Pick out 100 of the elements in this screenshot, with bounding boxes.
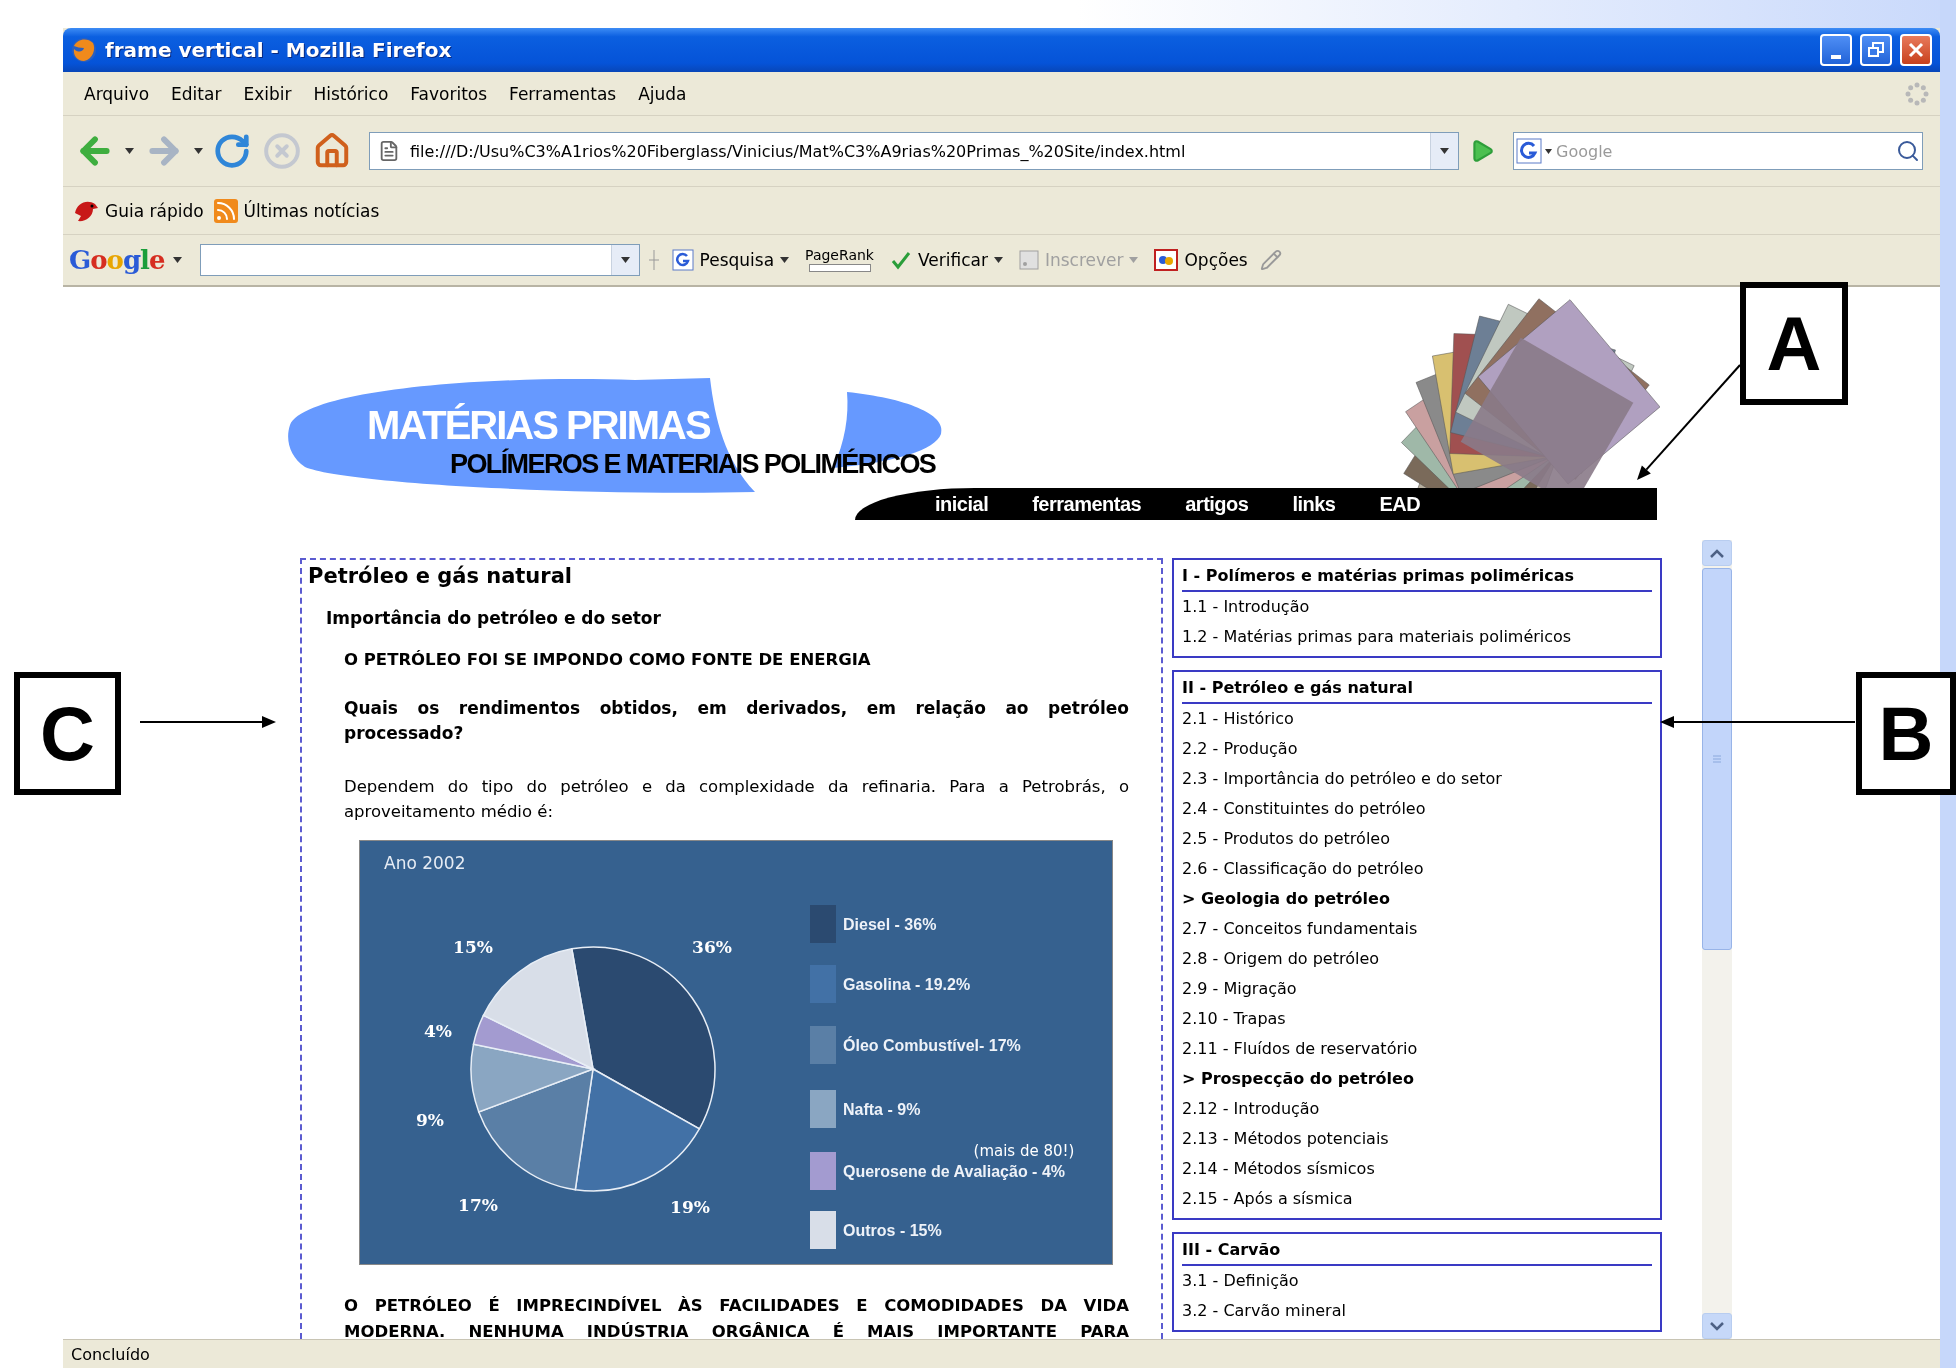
data-label: 19%	[670, 1197, 710, 1217]
menu-item[interactable]: Editar	[160, 83, 233, 104]
site-nav-link[interactable]: links	[1292, 492, 1336, 516]
toolbar-button[interactable]: Pesquisa	[667, 249, 794, 271]
site-nav-link[interactable]: artigos	[1185, 492, 1249, 516]
caret-icon	[1440, 148, 1449, 154]
menu-link[interactable]: 2.15 - Após a sísmica	[1182, 1184, 1652, 1214]
menu-link[interactable]: 2.7 - Conceitos fundamentais	[1182, 914, 1652, 944]
legend-label: Diesel - 36%	[843, 916, 937, 933]
status-text: Concluído	[71, 1344, 150, 1364]
site-title: MATÉRIAS PRIMAS	[367, 403, 710, 448]
legend-label: Querosene de Avaliação - 4%	[843, 1163, 1065, 1180]
feed-icon	[213, 198, 238, 223]
legend-swatch	[810, 1090, 836, 1128]
caret-icon	[1129, 257, 1139, 263]
minimize-button[interactable]	[1820, 34, 1852, 66]
caret-icon	[194, 148, 203, 154]
menu-link[interactable]: 2.14 - Métodos sísmicos	[1182, 1154, 1652, 1184]
legend-swatch	[810, 1152, 836, 1190]
section-title: III - Carvão	[1182, 1236, 1652, 1266]
bookmark-link[interactable]: Guia rápido	[73, 198, 204, 223]
data-label: 17%	[458, 1195, 498, 1215]
data-label: 36%	[692, 937, 732, 957]
group-heading[interactable]: > Prospecção do petróleo	[1182, 1064, 1652, 1094]
site-nav-link[interactable]: ferramentas	[1032, 492, 1142, 516]
page-icon	[378, 140, 400, 162]
grip-icon	[647, 248, 660, 272]
firefox-icon	[71, 37, 97, 63]
closing-text: O PETRÓLEO É IMPRECINDÍVEL ÀS FACILIDADES E COMODIDADES DA VIDA MODERNA. NENHUMA INDÚSTRIA ORGÂNICA É MAIS IMPORTANTE PARA	[344, 1295, 1129, 1339]
menu-link[interactable]: 2.6 - Classificação do petróleo	[1182, 854, 1652, 884]
bookmark-link[interactable]: Últimas notícias	[213, 198, 380, 223]
menu-item[interactable]: Arquivo	[73, 83, 161, 104]
caret-icon	[172, 257, 182, 263]
caret-icon	[620, 257, 630, 263]
menu-link[interactable]: 2.5 - Produtos do petróleo	[1182, 824, 1652, 854]
menu-link[interactable]: 1.1 - Introdução	[1182, 592, 1652, 622]
scrollbar[interactable]	[1702, 540, 1732, 1339]
legend-swatch	[810, 1211, 836, 1249]
scroll-thumb[interactable]	[1702, 568, 1732, 950]
menu-link[interactable]: 2.8 - Origem do petróleo	[1182, 944, 1652, 974]
window-title: frame vertical - Mozilla Firefox	[105, 38, 453, 62]
chevron-up-icon	[1710, 548, 1724, 558]
close-button[interactable]	[1900, 34, 1932, 66]
menu-link[interactable]: 2.11 - Fluídos de reservatório	[1182, 1034, 1652, 1064]
toolbar-button[interactable]: Opções	[1150, 249, 1252, 271]
toolbar-search-field[interactable]	[199, 244, 640, 276]
section-title: I - Polímeros e matérias primas poliméricas	[1182, 562, 1652, 592]
throbber-icon	[1904, 80, 1930, 107]
menu-link[interactable]: 2.9 - Migração	[1182, 974, 1652, 1004]
caret-icon	[780, 257, 790, 263]
menu-item[interactable]: Ajuda	[627, 83, 698, 104]
search-engine-icon	[1514, 136, 1554, 166]
data-label: 4%	[424, 1021, 452, 1041]
group-heading[interactable]: > Geologia do petróleo	[1182, 884, 1652, 914]
legend-label: Óleo Combustível- 17%	[843, 1037, 1021, 1054]
section-heading: O PETRÓLEO FOI SE IMPONDO COMO FONTE DE ENERGIA	[344, 649, 872, 671]
checkmark-icon	[889, 249, 912, 271]
menu-link[interactable]: 2.3 - Importância do petróleo e do setor	[1182, 764, 1652, 794]
section-title: II - Petróleo e gás natural	[1182, 674, 1652, 704]
search-bar[interactable]: Google	[1513, 132, 1923, 170]
site-nav-link[interactable]: EAD	[1379, 492, 1421, 516]
chart-note: (mais de 80!)	[973, 1142, 1075, 1160]
scroll-down-button[interactable]	[1702, 1313, 1732, 1339]
address-field[interactable]: file:///D:/Usu%C3%A1rios%20Fiberglass/Vinicius/Mat%C3%A9rias%20Primas_%20Site/index.html	[369, 132, 1459, 170]
google-g-icon	[671, 249, 694, 271]
menu-link[interactable]: 3.2 - Carvão mineral	[1182, 1296, 1652, 1326]
menu-link[interactable]: 2.1 - Histórico	[1182, 704, 1652, 734]
restore-icon	[1868, 42, 1884, 58]
question-text: Quais os rendimentos obtidos, em derivados, em relação ao petróleo processado?	[344, 697, 1129, 745]
menu-link[interactable]: 2.4 - Constituintes do petróleo	[1182, 794, 1652, 824]
menu-item[interactable]: Histórico	[302, 83, 400, 104]
callout-label: B	[1856, 672, 1956, 795]
callout-label: A	[1740, 282, 1848, 405]
pagerank-button[interactable]: PageRank	[801, 248, 878, 272]
google-logo: Google	[69, 245, 165, 275]
menu-item[interactable]: Ferramentas	[498, 83, 628, 104]
menu-link[interactable]: 2.12 - Introdução	[1182, 1094, 1652, 1124]
caret-icon	[993, 257, 1003, 263]
menu-link[interactable]: 2.2 - Produção	[1182, 734, 1652, 764]
search-dropdown[interactable]	[610, 245, 639, 275]
article-subtitle: Importância do petróleo e do setor	[326, 607, 662, 630]
toolbar-button[interactable]: Verificar	[885, 249, 1007, 271]
menu-link[interactable]: 1.2 - Matérias primas para materiais poliméricos	[1182, 622, 1652, 652]
legend-label: Outros - 15%	[843, 1222, 942, 1239]
legend-label: Nafta - 9%	[843, 1101, 921, 1118]
scroll-up-button[interactable]	[1702, 540, 1732, 566]
menu-item[interactable]: Favoritos	[399, 83, 499, 104]
data-label: 15%	[453, 937, 493, 957]
site-nav-link[interactable]: inicial	[935, 492, 989, 516]
options-icon	[1154, 249, 1179, 271]
maximize-button[interactable]	[1860, 34, 1892, 66]
history-dropdown[interactable]	[1430, 133, 1458, 169]
menu-item[interactable]: Exibir	[232, 83, 303, 104]
menu-link[interactable]: 3.1 - Definição	[1182, 1266, 1652, 1296]
menu-link[interactable]: 2.10 - Trapas	[1182, 1004, 1652, 1034]
feed-icon	[1018, 250, 1039, 270]
callout-label: C	[14, 672, 121, 795]
body-text: Dependem do tipo do petróleo e da complexidade da refinaria. Para a Petrobrás, o aproveitamento médio é:	[344, 776, 1129, 823]
menu-link[interactable]: 2.13 - Métodos potenciais	[1182, 1124, 1652, 1154]
pencil-icon	[1259, 249, 1282, 271]
